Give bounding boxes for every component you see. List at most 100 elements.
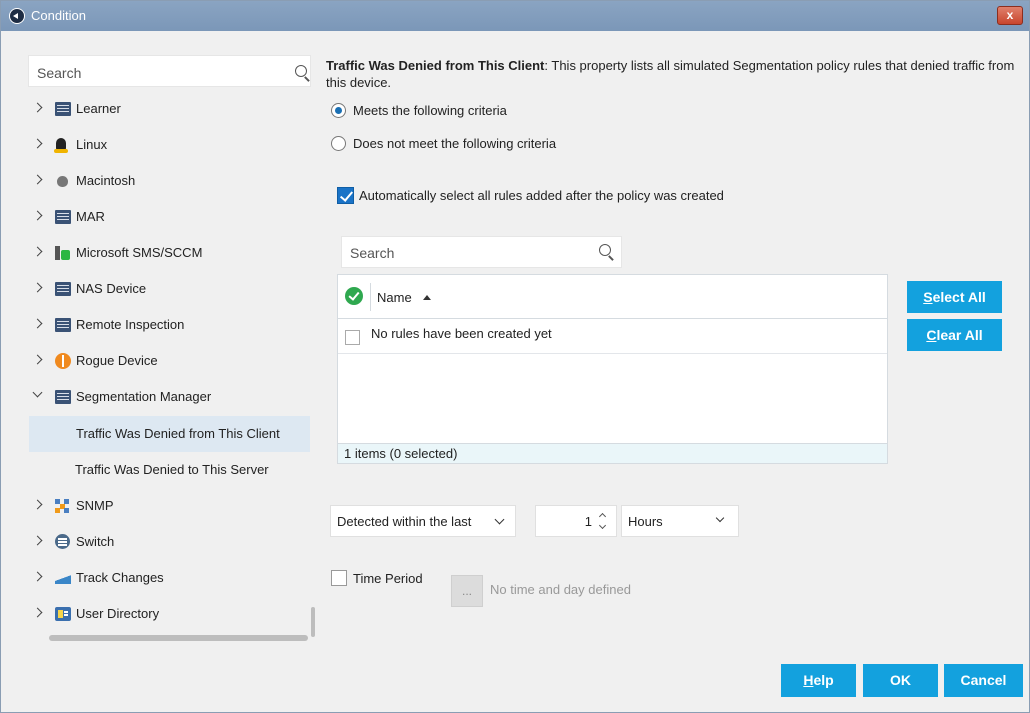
time-period-info: No time and day defined bbox=[490, 582, 631, 597]
radio-not-meets-criteria[interactable]: Does not meet the following criteria bbox=[331, 134, 631, 154]
tree-horizontal-scrollbar[interactable] bbox=[49, 635, 308, 641]
property-title: Traffic Was Denied from This Client bbox=[326, 58, 545, 73]
tree-item-user-directory[interactable]: User Directory bbox=[28, 596, 311, 632]
tree-item-label: Remote Inspection bbox=[76, 317, 185, 332]
clear-all-label: lear All bbox=[936, 327, 983, 343]
tree-item-mar[interactable]: MAR bbox=[28, 199, 311, 235]
tree-item-switch[interactable]: Switch bbox=[28, 524, 311, 560]
tree-search-placeholder: Search bbox=[37, 65, 82, 81]
chevron-right-icon[interactable] bbox=[32, 102, 43, 113]
tree-item-label: NAS Device bbox=[76, 281, 147, 296]
stepper-down-icon[interactable] bbox=[598, 521, 607, 530]
quantity-stepper[interactable]: 1 bbox=[535, 505, 617, 537]
auto-select-option[interactable]: Automatically select all rules added aft… bbox=[337, 187, 937, 207]
chevron-right-icon[interactable] bbox=[32, 499, 43, 510]
column-header-name[interactable]: Name bbox=[377, 290, 412, 305]
row-checkbox[interactable] bbox=[345, 330, 360, 345]
tree-item-traffic-denied-to-server[interactable]: Traffic Was Denied to This Server bbox=[28, 452, 311, 488]
stepper-up-icon[interactable] bbox=[598, 512, 607, 521]
tree-item-track-changes[interactable]: Track Changes bbox=[28, 560, 311, 596]
tree-item-label: Learner bbox=[76, 101, 121, 116]
rule-search-placeholder: Search bbox=[350, 245, 395, 261]
clear-all-button[interactable]: Clear All bbox=[907, 319, 1002, 351]
list-icon bbox=[55, 318, 71, 332]
tree-item-microsoft-sms-sccm[interactable]: Microsoft SMS/SCCM bbox=[28, 235, 311, 271]
time-unit-value: Hours bbox=[628, 514, 663, 529]
tree-item-label: Segmentation Manager bbox=[76, 389, 212, 404]
ok-button[interactable]: OK bbox=[863, 664, 938, 697]
switch-icon bbox=[55, 534, 71, 549]
tree-item-traffic-denied-from-client[interactable]: Traffic Was Denied from This Client bbox=[29, 416, 310, 452]
search-icon[interactable] bbox=[599, 244, 611, 256]
auto-select-label: Automatically select all rules added aft… bbox=[359, 188, 724, 203]
property-tree: Search Learner Linux Macintosh MAR Micro… bbox=[21, 51, 321, 643]
tree-item-label: Macintosh bbox=[76, 173, 136, 188]
chevron-right-icon[interactable] bbox=[32, 535, 43, 546]
chevron-right-icon[interactable] bbox=[32, 210, 43, 221]
radio-not-meets-label: Does not meet the following criteria bbox=[353, 136, 557, 151]
chevron-right-icon[interactable] bbox=[32, 138, 43, 149]
select-all-label: elect All bbox=[932, 289, 986, 305]
chevron-right-icon[interactable] bbox=[32, 318, 43, 329]
tree-item-segmentation-manager[interactable]: Segmentation Manager bbox=[28, 379, 311, 415]
tree-item-rogue-device[interactable]: Rogue Device bbox=[28, 343, 311, 379]
tree-item-label: Linux bbox=[76, 137, 108, 152]
chevron-down-icon[interactable] bbox=[32, 387, 43, 398]
close-button[interactable]: x bbox=[997, 6, 1023, 25]
tree-item-nas-device[interactable]: NAS Device bbox=[28, 271, 311, 307]
quantity-value: 1 bbox=[584, 514, 592, 529]
sort-ascending-icon[interactable] bbox=[423, 295, 431, 300]
auto-select-checkbox[interactable] bbox=[337, 187, 354, 204]
chevron-right-icon[interactable] bbox=[32, 354, 43, 365]
tree-item-label: SNMP bbox=[76, 498, 114, 513]
chevron-right-icon[interactable] bbox=[32, 607, 43, 618]
help-button[interactable]: Help bbox=[781, 664, 856, 697]
radio-meets-label: Meets the following criteria bbox=[353, 103, 507, 118]
chevron-down-icon[interactable] bbox=[494, 514, 505, 525]
chevron-right-icon[interactable] bbox=[32, 571, 43, 582]
chevron-right-icon[interactable] bbox=[32, 246, 43, 257]
snmp-icon bbox=[55, 499, 71, 513]
window-title: Condition bbox=[31, 8, 86, 23]
tree-item-label: User Directory bbox=[76, 606, 160, 621]
tree-search-input[interactable]: Search bbox=[28, 55, 311, 87]
radio-button-selected[interactable] bbox=[331, 103, 346, 118]
radio-meets-criteria[interactable]: Meets the following criteria bbox=[331, 101, 631, 121]
list-icon bbox=[55, 390, 71, 404]
help-mnemonic: H bbox=[803, 672, 814, 688]
search-icon[interactable] bbox=[295, 65, 307, 77]
time-period-checkbox[interactable] bbox=[331, 570, 347, 586]
detected-within-value: Detected within the last bbox=[337, 514, 472, 529]
tree-item-label: MAR bbox=[76, 209, 105, 224]
tree-item-learner[interactable]: Learner bbox=[28, 91, 311, 127]
radio-button[interactable] bbox=[331, 136, 346, 151]
tree-item-label: Microsoft SMS/SCCM bbox=[76, 245, 203, 260]
list-icon bbox=[55, 102, 71, 116]
time-period-label: Time Period bbox=[353, 571, 423, 586]
select-all-check-icon[interactable] bbox=[345, 287, 363, 305]
tree-item-linux[interactable]: Linux bbox=[28, 127, 311, 163]
table-row[interactable]: No rules have been created yet bbox=[338, 319, 887, 354]
select-all-button[interactable]: Select All bbox=[907, 281, 1002, 313]
rule-search-input[interactable]: Search bbox=[341, 236, 622, 268]
tree-item-macintosh[interactable]: Macintosh bbox=[28, 163, 311, 199]
property-description: Traffic Was Denied from This Client: Thi… bbox=[326, 57, 1026, 91]
clear-all-mnemonic: C bbox=[926, 327, 937, 343]
select-all-mnemonic: S bbox=[923, 289, 933, 305]
detected-within-dropdown[interactable]: Detected within the last bbox=[330, 505, 516, 537]
tree-item-remote-inspection[interactable]: Remote Inspection bbox=[28, 307, 311, 343]
table-footer: 1 items (0 selected) bbox=[338, 443, 887, 463]
tree-item-snmp[interactable]: SNMP bbox=[28, 488, 311, 524]
cancel-button[interactable]: Cancel bbox=[944, 664, 1023, 697]
chevron-right-icon[interactable] bbox=[32, 282, 43, 293]
chevron-right-icon[interactable] bbox=[32, 174, 43, 185]
tree-item-label: Traffic Was Denied to This Server bbox=[75, 462, 269, 477]
tree-vertical-scrollbar[interactable] bbox=[311, 607, 315, 637]
tree-item-label: Rogue Device bbox=[76, 353, 158, 368]
tree-item-label: Traffic Was Denied from This Client bbox=[76, 426, 280, 441]
help-label: elp bbox=[813, 672, 834, 688]
chevron-down-icon[interactable] bbox=[715, 513, 725, 523]
time-unit-dropdown[interactable]: Hours bbox=[621, 505, 739, 537]
time-period-button[interactable]: ... bbox=[451, 575, 483, 607]
tree-item-label: Switch bbox=[76, 534, 115, 549]
